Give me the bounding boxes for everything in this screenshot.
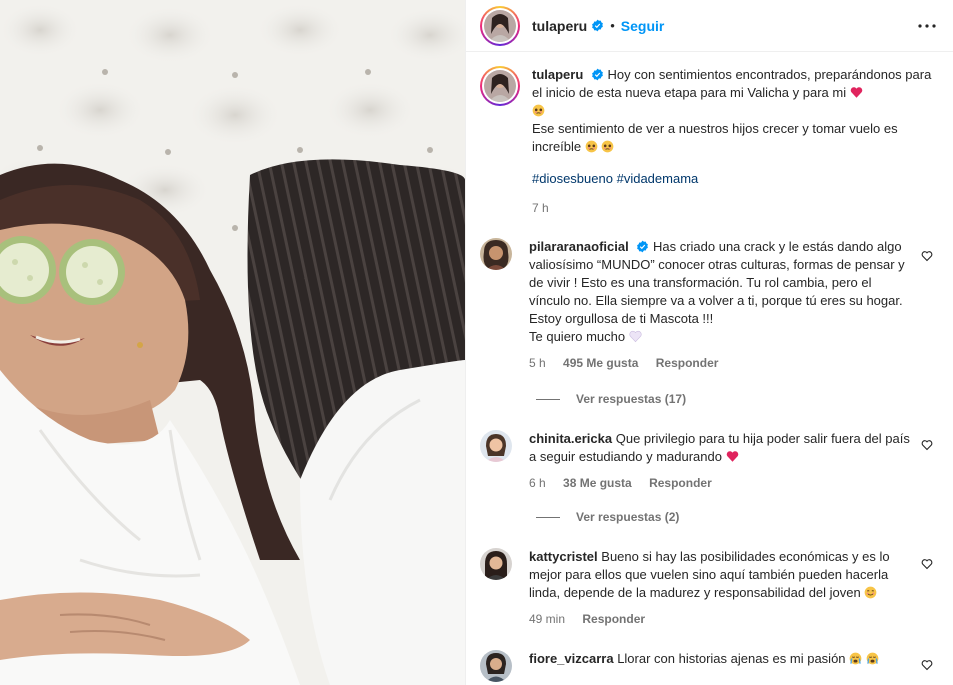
view-replies-button[interactable]: Ver respuestas (17) [536, 392, 686, 406]
author-avatar[interactable] [480, 5, 520, 46]
white-heart-emoji-icon [629, 330, 642, 343]
separator-dot: • [610, 18, 615, 33]
crying-face-emoji-icon [849, 652, 862, 665]
comment-reply-button[interactable]: Responder [649, 476, 712, 490]
comment-avatar[interactable] [480, 548, 512, 580]
post-dialog: tulaperu • Seguir tulaperu Hoy con senti… [0, 0, 953, 685]
like-comment-heart-icon[interactable] [921, 439, 933, 451]
comment-reply-button[interactable]: Responder [582, 612, 645, 626]
comment-time: 5 h [529, 356, 546, 370]
comment-item: pilararanaoficial Has criado una crack y… [480, 238, 940, 372]
like-comment-heart-icon[interactable] [921, 558, 933, 570]
photo-illustration [0, 0, 465, 685]
like-comment-heart-icon[interactable] [921, 250, 933, 262]
comment-likes[interactable]: 38 Me gusta [563, 476, 632, 490]
follow-button[interactable]: Seguir [621, 18, 665, 34]
comment-meta: 6 h 38 Me gusta Responder [529, 474, 913, 492]
post-caption: tulaperu Hoy con sentimientos encontrado… [466, 52, 953, 217]
comment-username[interactable]: pilararanaoficial [529, 239, 629, 254]
comment-username[interactable]: fiore_vizcarra [529, 651, 614, 666]
comment-time: 6 h [529, 476, 546, 490]
teary-face-emoji-icon [532, 104, 545, 117]
caption-hashtags: #diosesbueno #vidademama [532, 170, 932, 188]
hashtag-link[interactable]: #vidademama [617, 171, 699, 186]
comment-meta: 49 min Responder [529, 610, 913, 628]
heart-emoji-icon [726, 451, 738, 462]
view-replies-button[interactable]: Ver respuestas (2) [536, 510, 679, 524]
verified-badge-icon [592, 68, 603, 81]
view-replies-label: Ver respuestas (17) [576, 392, 687, 406]
like-comment-heart-icon[interactable] [921, 659, 933, 671]
verified-badge-icon [637, 240, 649, 253]
post-photo[interactable] [0, 0, 465, 685]
comment-reply-button[interactable]: Responder [656, 356, 719, 370]
author-username[interactable]: tulaperu [532, 18, 587, 34]
comment-time: 49 min [529, 612, 566, 626]
post-details-panel: tulaperu • Seguir tulaperu Hoy con senti… [465, 0, 953, 685]
post-header: tulaperu • Seguir [466, 0, 953, 52]
comment-text: Llorar con historias ajenas es mi pasión [617, 651, 846, 666]
comment-likes[interactable]: 495 Me gusta [563, 356, 638, 370]
comment-item: chinita.ericka Que privilegio para tu hi… [480, 430, 940, 492]
caption-avatar[interactable] [480, 66, 520, 106]
replies-divider [536, 398, 560, 400]
teary-face-emoji-icon [585, 140, 598, 153]
caption-username[interactable]: tulaperu [532, 67, 583, 82]
view-replies-label: Ver respuestas (2) [576, 510, 680, 524]
comment-avatar[interactable] [480, 430, 512, 462]
verified-badge-icon [592, 19, 604, 32]
comment-item: fiore_vizcarra Llorar con historias ajen… [480, 650, 940, 682]
comment-avatar[interactable] [480, 650, 512, 682]
hashtag-link[interactable]: #diosesbueno [532, 171, 613, 186]
comment-item: kattycristel Bueno si hay las posibilida… [480, 548, 940, 628]
comment-text-2: Te quiero mucho [529, 329, 626, 344]
comment-username[interactable]: chinita.ericka [529, 431, 612, 446]
comment-meta: 5 h 495 Me gusta Responder [529, 354, 913, 372]
replies-divider [536, 516, 560, 518]
heart-emoji-icon [850, 87, 862, 98]
smiling-face-emoji-icon [865, 586, 877, 599]
more-options-icon[interactable] [915, 14, 939, 38]
comment-username[interactable]: kattycristel [529, 549, 598, 564]
caption-timestamp: 7 h [532, 201, 549, 215]
teary-face-emoji-icon [602, 140, 614, 153]
crying-face-emoji-icon [866, 652, 879, 665]
comment-avatar[interactable] [480, 238, 512, 270]
